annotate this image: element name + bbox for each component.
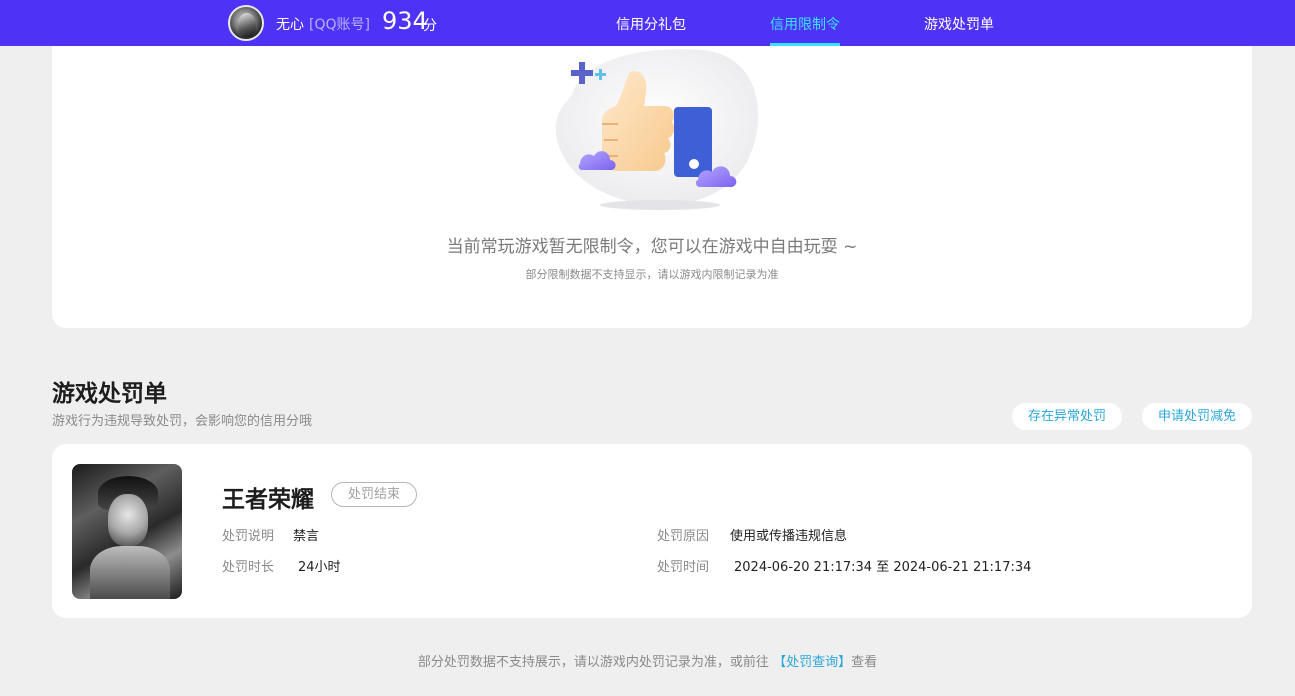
restriction-card: 当前常玩游戏暂无限制令，您可以在游戏中自由玩耍 ~ 部分限制数据不支持显示，请以… bbox=[52, 30, 1252, 328]
punishment-section-subtitle: 游戏行为违规导致处罚，会影响您的信用分哦 bbox=[52, 414, 313, 429]
punish-time-value: 2024-06-20 21:17:34 至 2024-06-21 21:17:3… bbox=[734, 560, 1032, 575]
footer-note-text: 部分处罚数据不支持展示，请以游戏内处罚记录为准，或前往 bbox=[417, 655, 769, 670]
punish-duration-label: 处罚时长 bbox=[222, 560, 275, 575]
game-hero-image bbox=[72, 464, 182, 599]
user-avatar[interactable] bbox=[228, 5, 264, 41]
punishment-section-title: 游戏处罚单 bbox=[52, 381, 167, 407]
hero-face bbox=[108, 494, 148, 546]
avatar-figure bbox=[238, 13, 256, 37]
punishment-record-card: 王者荣耀 处罚结束 处罚说明 禁言 处罚时长 24小时 处罚原因 使用或传播违规… bbox=[52, 444, 1252, 618]
punish-desc-label: 处罚说明 bbox=[222, 529, 275, 544]
hero-body bbox=[90, 546, 170, 599]
restriction-empty-title: 当前常玩游戏暂无限制令，您可以在游戏中自由玩耍 ~ bbox=[446, 237, 858, 257]
abnormal-punishment-button[interactable]: 存在异常处罚 bbox=[1012, 403, 1122, 430]
punish-reason-label: 处罚原因 bbox=[657, 529, 710, 544]
apply-reduction-button[interactable]: 申请处罚减免 bbox=[1142, 403, 1252, 430]
punish-reason-value: 使用或传播违规信息 bbox=[730, 529, 848, 544]
nav-game-punishment[interactable]: 游戏处罚单 bbox=[924, 14, 994, 34]
restriction-empty-note: 部分限制数据不支持显示，请以游戏内限制记录为准 bbox=[525, 268, 779, 281]
punish-desc-value: 禁言 bbox=[293, 529, 320, 544]
nav-active-indicator bbox=[770, 43, 840, 46]
punishment-footer-note: 部分处罚数据不支持展示，请以游戏内处罚记录为准，或前往 【处罚查询】查看 bbox=[0, 651, 1295, 670]
footer-note-suffix: 查看 bbox=[851, 655, 878, 670]
punishment-status-badge: 处罚结束 bbox=[331, 482, 417, 507]
punish-time-label: 处罚时间 bbox=[657, 560, 710, 575]
credit-score: 934 bbox=[382, 7, 428, 35]
punishment-query-link[interactable]: 【处罚查询】 bbox=[773, 655, 851, 670]
thumbs-up-illustration bbox=[555, 49, 759, 210]
game-name: 王者荣耀 bbox=[222, 487, 314, 513]
user-nickname: 无心 bbox=[276, 17, 304, 33]
punish-duration-value: 24小时 bbox=[298, 560, 341, 575]
top-nav-bar: 无心 [QQ账号] 934 分 信用分礼包 信用限制令 游戏处罚单 bbox=[0, 0, 1295, 46]
credit-score-unit: 分 bbox=[423, 18, 437, 34]
nav-credit-gift[interactable]: 信用分礼包 bbox=[616, 14, 686, 34]
account-type: [QQ账号] bbox=[309, 17, 370, 33]
nav-credit-restriction[interactable]: 信用限制令 bbox=[770, 14, 840, 34]
